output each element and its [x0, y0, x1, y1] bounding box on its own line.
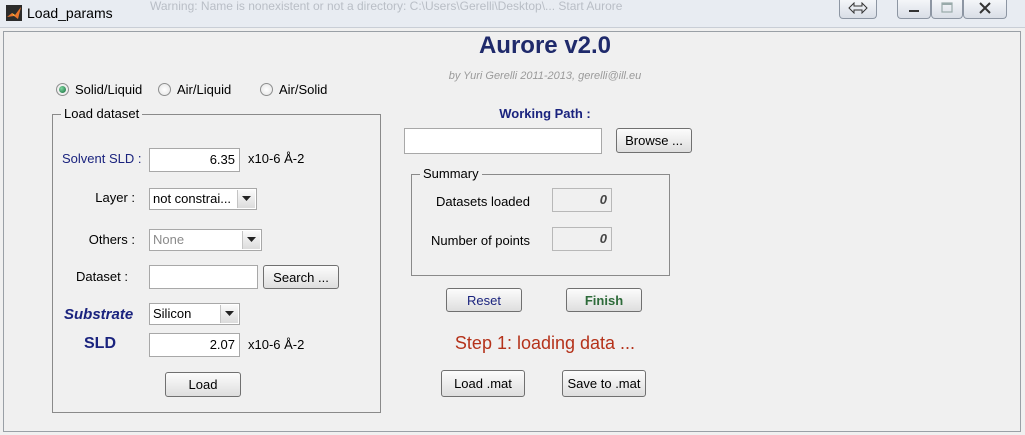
solvent-sld-label: Solvent SLD : — [62, 151, 142, 166]
radio-label: Solid/Liquid — [75, 82, 143, 97]
layer-select-value: not constrai... — [153, 191, 232, 206]
summary-legend: Summary — [420, 166, 482, 181]
matlab-icon — [6, 5, 22, 21]
finish-button[interactable]: Finish — [566, 288, 642, 312]
minimize-button[interactable] — [897, 0, 931, 19]
chevron-down-icon — [220, 305, 238, 323]
summary-group: Summary — [411, 166, 670, 276]
load-button[interactable]: Load — [165, 372, 241, 397]
status-step-text: Step 1: loading data ... — [454, 333, 636, 353]
radio-air-liquid[interactable]: Air/Liquid — [158, 82, 231, 97]
restore-button[interactable] — [839, 0, 877, 19]
solvent-sld-unit: x10-6 Å-2 — [248, 151, 305, 166]
maximize-button[interactable] — [931, 0, 963, 19]
others-select[interactable]: None — [149, 229, 262, 251]
layer-select[interactable]: not constrai... — [149, 188, 257, 210]
close-icon — [978, 1, 992, 17]
number-of-points-value: 0 — [552, 227, 612, 251]
sld-label: SLD — [84, 335, 116, 352]
window-title: Load_params — [27, 5, 113, 21]
solvent-sld-input[interactable]: 6.35 — [149, 148, 240, 172]
number-of-points-label: Number of points — [431, 233, 530, 248]
restore-arrows-icon — [848, 1, 868, 17]
radio-air-solid[interactable]: Air/Solid — [260, 82, 327, 97]
search-button[interactable]: Search ... — [263, 265, 339, 289]
browse-button[interactable]: Browse ... — [616, 128, 692, 153]
chevron-down-icon — [237, 190, 255, 208]
layer-label: Layer : — [95, 190, 135, 205]
background-console-text: Warning: Name is nonexistent or not a di… — [150, 0, 623, 13]
dataset-input[interactable] — [149, 265, 258, 289]
radio-indicator-on — [56, 83, 69, 96]
radio-indicator-off — [260, 83, 273, 96]
sld-input[interactable]: 2.07 — [149, 333, 240, 357]
radio-label: Air/Solid — [279, 82, 328, 97]
radio-solid-liquid[interactable]: Solid/Liquid — [56, 82, 142, 97]
reset-button[interactable]: Reset — [446, 288, 522, 312]
others-label: Others : — [88, 232, 135, 247]
load-mat-button[interactable]: Load .mat — [441, 370, 525, 397]
dataset-label: Dataset : — [75, 269, 128, 284]
title-bar: Warning: Name is nonexistent or not a di… — [0, 0, 1025, 28]
working-path-input[interactable] — [404, 128, 602, 154]
sld-unit: x10-6 Å-2 — [248, 337, 305, 352]
credit-text: by Yuri Gerelli 2011-2013, gerelli@ill.e… — [448, 70, 642, 82]
close-button[interactable] — [963, 0, 1007, 19]
datasets-loaded-label: Datasets loaded — [436, 194, 530, 209]
load-dataset-legend: Load dataset — [61, 106, 143, 121]
substrate-select-value: Silicon — [153, 306, 192, 321]
chevron-down-icon — [242, 231, 260, 249]
app-title: Aurore v2.0 — [478, 32, 612, 59]
radio-label: Air/Liquid — [177, 82, 232, 97]
others-select-value: None — [153, 232, 185, 247]
radio-indicator-off — [158, 83, 171, 96]
save-mat-button[interactable]: Save to .mat — [562, 370, 646, 397]
substrate-select[interactable]: Silicon — [149, 303, 240, 325]
datasets-loaded-value: 0 — [552, 188, 612, 212]
substrate-label: Substrate — [64, 306, 134, 323]
minimize-icon — [907, 2, 921, 17]
maximize-icon — [940, 1, 954, 17]
working-path-label: Working Path : — [499, 106, 591, 121]
